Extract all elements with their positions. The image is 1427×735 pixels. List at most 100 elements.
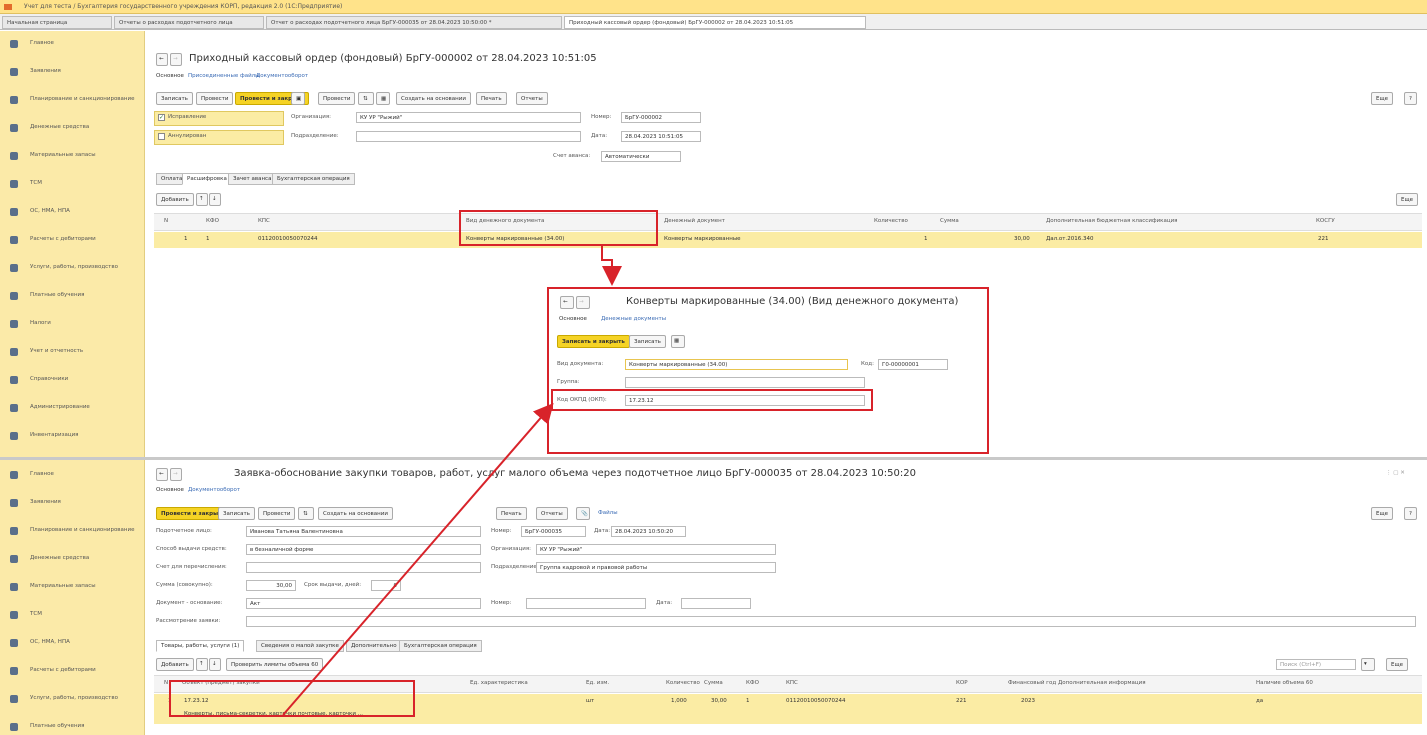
nav-files[interactable]: Присоединенные файлы (188, 73, 260, 79)
table-row[interactable] (154, 232, 1422, 248)
tab-reports[interactable]: Отчеты о расходах подотчетного лица (114, 16, 264, 29)
search-dropdown-icon[interactable]: ▾ (1361, 658, 1375, 671)
basis-date-field[interactable] (681, 598, 751, 609)
add-button[interactable]: Добавить (156, 658, 194, 671)
movements-icon[interactable]: ⇅ (298, 507, 314, 520)
subdivision-field[interactable]: Группа кадровой и правовой работы (536, 562, 776, 573)
post-button[interactable]: Провести (258, 507, 296, 520)
sidebar-item[interactable]: Планирование и санкционирование (0, 89, 144, 111)
post-button[interactable]: Провести (196, 92, 234, 105)
kind-field[interactable]: Конверты маркированные (34.00) (625, 359, 848, 370)
sidebar-item[interactable]: Главное (0, 464, 144, 486)
nav-docflow[interactable]: Документооборот (188, 487, 240, 493)
sidebar-item[interactable]: Платные обучения (0, 716, 144, 735)
okpd-field[interactable]: 17.23.12 (625, 395, 865, 406)
post-icon-button[interactable]: Провести (318, 92, 356, 105)
tab-accounting[interactable]: Бухгалтерская операция (272, 173, 355, 185)
save-button[interactable]: Записать (629, 335, 666, 348)
cell-doc-kind[interactable]: Конверты маркированные (34.00) (466, 236, 564, 242)
sidebar-item[interactable]: Услуги, работы, производство (0, 257, 144, 279)
back-icon[interactable]: ← (560, 296, 574, 309)
tab-goods[interactable]: Товары, работы, услуги (1) (156, 640, 245, 652)
sidebar-item[interactable]: Денежные средства (0, 548, 144, 570)
group-field[interactable] (625, 377, 865, 388)
attach-icon[interactable]: 📎 (576, 507, 590, 520)
add-button[interactable]: Добавить (156, 193, 194, 206)
basis-number-field[interactable] (526, 598, 646, 609)
more-button[interactable]: Еще (1371, 92, 1394, 105)
create-based-button[interactable]: Создать на основании (318, 507, 393, 520)
advance-field[interactable]: Автоматически (601, 151, 681, 162)
sum-field[interactable]: 30,00 (246, 580, 296, 591)
sidebar-item[interactable]: Материальные запасы (0, 576, 144, 598)
sidebar-item[interactable]: Расчеты с дебиторами (0, 660, 144, 682)
tab-advance-offset[interactable]: Зачет аванса (228, 173, 277, 185)
sidebar-item[interactable]: Расчеты с дебиторами (0, 229, 144, 251)
correction-checkbox[interactable]: ✓ (158, 114, 165, 121)
sidebar-item[interactable]: Планирование и санкционирование (0, 520, 144, 542)
date-field[interactable]: 28.04.2023 10:51:05 (621, 131, 701, 142)
basis-doc-field[interactable]: Акт (246, 598, 481, 609)
number-field[interactable]: БрГУ-000035 (521, 526, 586, 537)
search-input[interactable]: Поиск (Ctrl+F) (1276, 659, 1356, 670)
forward-icon[interactable]: → (170, 468, 182, 481)
back-icon[interactable]: ← (156, 468, 168, 481)
tab-details[interactable]: Расшифровка (182, 173, 232, 185)
tab-cash-order[interactable]: Приходный кассовый ордер (фондовый) БрГУ… (564, 16, 866, 29)
back-icon[interactable]: ← (156, 53, 168, 66)
sidebar-item[interactable]: Материальные запасы (0, 145, 144, 167)
table-more-button[interactable]: Еще (1386, 658, 1409, 671)
org-field[interactable]: КУ УР "Рыжий" (356, 112, 581, 123)
up-icon[interactable]: ↑ (196, 658, 208, 671)
sidebar-item[interactable]: Учет и отчетность (0, 341, 144, 363)
sidebar-item[interactable]: Заявления (0, 61, 144, 83)
popup-nav-main[interactable]: Основное (559, 316, 587, 322)
annulled-checkbox[interactable] (158, 133, 165, 140)
nav-docflow[interactable]: Документооборот (256, 73, 308, 79)
tab-home[interactable]: Начальная страница (2, 16, 112, 29)
person-field[interactable]: Иванова Татьяна Валентиновна (246, 526, 481, 537)
popup-nav-cash-docs[interactable]: Денежные документы (601, 316, 666, 322)
reports-button[interactable]: Отчеты (516, 92, 548, 105)
save-icon[interactable]: ▣ (291, 92, 305, 105)
forward-icon[interactable]: → (170, 53, 182, 66)
cell-purchase-object[interactable]: 17.23.12 (184, 698, 209, 704)
print-button[interactable]: Печать (496, 507, 527, 520)
review-field[interactable] (246, 616, 1416, 627)
org-field[interactable]: КУ УР "Рыжий" (536, 544, 776, 555)
subdivision-field[interactable] (356, 131, 581, 142)
sidebar-item[interactable]: Налоги (0, 313, 144, 335)
print-button[interactable]: Печать (476, 92, 507, 105)
more-button[interactable]: Еще (1371, 507, 1394, 520)
sidebar-item[interactable]: Администрирование (0, 397, 144, 419)
help-button[interactable]: ? (1404, 92, 1417, 105)
sidebar-item[interactable]: ТСМ (0, 173, 144, 195)
window-controls-icon[interactable]: ⋮ ▢ ✕ (1386, 470, 1405, 476)
nav-main[interactable]: Основное (156, 73, 184, 79)
table-more-button[interactable]: Еще (1396, 193, 1419, 206)
down-icon[interactable]: ↓ (209, 193, 221, 206)
tab-purchase-info[interactable]: Сведения о малой закупке (256, 640, 344, 652)
sidebar-item[interactable]: Справочники (0, 369, 144, 391)
tab-extra[interactable]: Дополнительно (346, 640, 402, 652)
sidebar-item[interactable]: Услуги, работы, производство (0, 688, 144, 710)
forward-icon[interactable]: → (576, 296, 590, 309)
save-button[interactable]: Записать (156, 92, 193, 105)
number-field[interactable]: БрГУ-000002 (621, 112, 701, 123)
sidebar-item[interactable]: ОС, НМА, НПА (0, 632, 144, 654)
structure-icon[interactable]: ▦ (376, 92, 390, 105)
sidebar-item[interactable]: Инвентаризация (0, 425, 144, 447)
check-limits-button[interactable]: Проверить лимиты объема 60 (226, 658, 324, 671)
nav-main[interactable]: Основное (156, 487, 184, 493)
sidebar-item[interactable]: Заявления (0, 492, 144, 514)
tab-expense-report[interactable]: Отчет о расходах подотчетного лица БрГУ-… (266, 16, 562, 29)
reports-button[interactable]: Отчеты (536, 507, 568, 520)
down-icon[interactable]: ↓ (209, 658, 221, 671)
structure-icon[interactable]: ▦ (671, 335, 685, 348)
tab-accounting[interactable]: Бухгалтерская операция (399, 640, 482, 652)
movements-icon[interactable]: ⇅ (358, 92, 374, 105)
files-link[interactable]: Файлы (598, 510, 618, 516)
account-field[interactable] (246, 562, 481, 573)
sidebar-item[interactable]: Денежные средства (0, 117, 144, 139)
sidebar-item[interactable]: ОС, НМА, НПА (0, 201, 144, 223)
